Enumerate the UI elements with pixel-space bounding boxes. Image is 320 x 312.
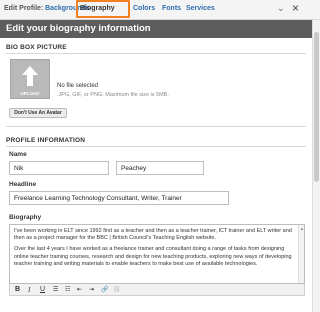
dont-use-avatar-button[interactable]: Don't Use An Avatar [9,108,67,118]
biography-paragraph: Over the last 4 years I have worked as a… [14,246,292,267]
biography-textarea[interactable]: I've been working in ELT since 1992 firs… [9,224,305,284]
indent-icon[interactable]: ⇥ [89,285,94,295]
edit-profile-label: Edit Profile: [4,5,44,12]
tab-colors[interactable]: Colors [133,5,155,12]
first-name-field[interactable]: Nik [9,161,109,175]
upload-label: UPLOAD [20,91,40,96]
section-header: Edit your biography information [0,20,312,38]
bold-button[interactable]: B [15,285,20,295]
italic-button[interactable]: I [28,285,30,295]
last-name-field[interactable]: Peachey [116,161,204,175]
headline-field[interactable]: Freelance Learning Technology Consultant… [9,191,229,205]
bullet-list-icon[interactable]: ☰ [53,285,58,295]
active-tab-highlight [76,0,130,18]
upload-arrow-icon [22,66,38,86]
scrollbar-thumb[interactable] [314,32,319,182]
panel-scrollbar[interactable] [312,20,320,312]
biography-label: Biography [9,214,42,221]
biography-paragraph: I've been working in ELT since 1992 firs… [14,228,292,242]
outdent-icon[interactable]: ⇤ [77,285,82,295]
numbered-list-icon[interactable]: ☷ [65,285,70,295]
unlink-icon[interactable]: ⛓ [113,285,121,295]
collapse-chevron-icon[interactable]: ⌄ [277,3,285,14]
biography-scrollbar[interactable]: ▲ [298,225,304,283]
name-label: Name [9,151,27,158]
divider [6,146,306,147]
profile-tab-bar: Edit Profile: Backgrounds Biography Colo… [0,0,320,20]
editor-toolbar: B I U ☰ ☷ ⇤ ⇥ 🔗 ⛓ [9,284,305,296]
headline-label: Headline [9,181,37,188]
avatar-upload[interactable]: UPLOAD [10,59,50,99]
underline-button[interactable]: U [40,285,45,295]
divider [6,53,306,54]
profile-section-title: PROFILE INFORMATION [6,137,86,144]
bio-box-section-title: BIO BOX PICTURE [6,44,67,51]
close-icon[interactable]: × [292,1,299,15]
divider [6,126,306,127]
scroll-up-icon[interactable]: ▲ [300,226,304,231]
file-status: No file selected [57,83,99,89]
tab-services[interactable]: Services [186,5,215,12]
page-title: Edit your biography information [6,23,151,34]
file-hint: .JPG, GIF, or PNG. Maximum file size is … [57,92,169,98]
link-icon[interactable]: 🔗 [101,285,108,295]
tab-fonts[interactable]: Fonts [162,5,181,12]
